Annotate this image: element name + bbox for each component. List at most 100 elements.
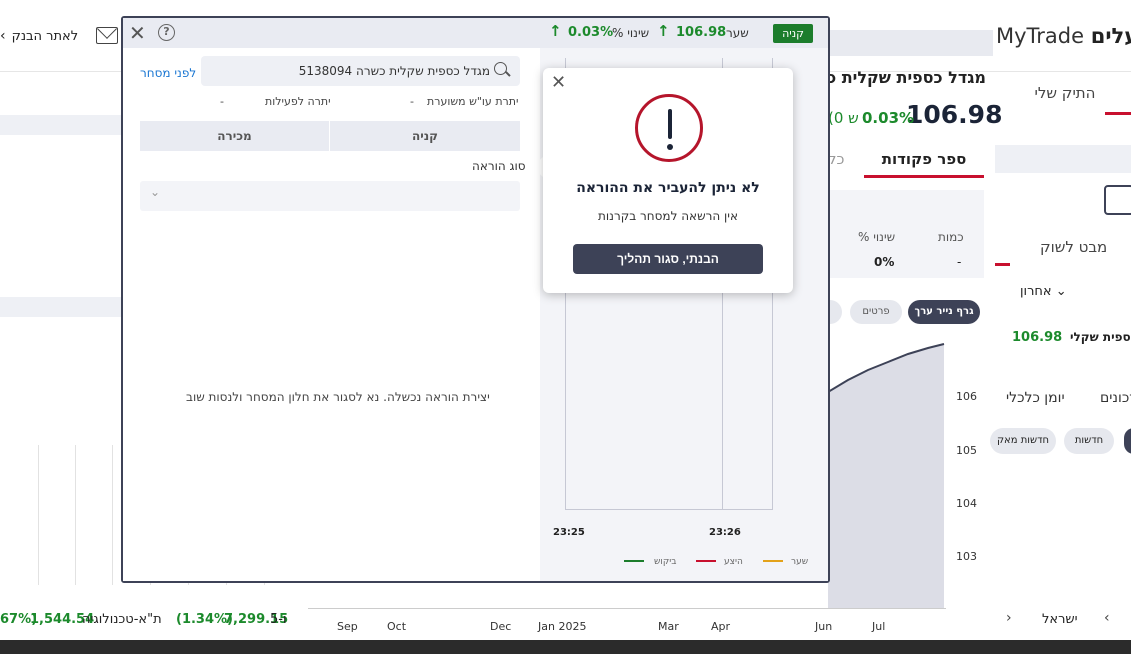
security-area-chart xyxy=(828,343,945,608)
ticker-name: ת"א-טכנולוגיה xyxy=(82,612,162,627)
chart-x-tick: Sep xyxy=(337,620,358,633)
tab-active-indicator xyxy=(1105,112,1131,115)
sell-button[interactable]: מכירה xyxy=(140,121,329,151)
tab-market-view[interactable]: מבט לשוק xyxy=(1040,238,1107,256)
pill-security-graph[interactable]: גרף נייר ערך xyxy=(908,300,980,324)
close-icon[interactable]: ✕ xyxy=(129,21,146,45)
sort-last-label: אחרון xyxy=(1020,284,1052,299)
estimated-balance-label: יתרת עו"ש משוערת xyxy=(427,95,519,108)
search-icon xyxy=(494,62,507,75)
chart-x-tick: Dec xyxy=(490,620,512,633)
table-header-quantity: כמות xyxy=(938,230,964,244)
grid-line xyxy=(112,445,113,585)
exclamation-bar xyxy=(668,109,672,139)
chart-y-tick: 106 xyxy=(956,390,977,403)
filter-icon[interactable] xyxy=(1104,185,1131,215)
change-value: 0.03% xyxy=(568,25,614,40)
watchlist-name[interactable]: כספית שקלי... xyxy=(1070,330,1131,344)
chart-x-tick: Jun xyxy=(815,620,833,633)
order-chart-time: 23:25 xyxy=(553,527,585,538)
watchlist-price: 106.98 xyxy=(1012,330,1063,345)
order-failed-message: יצירת הוראה נכשלה. נא לסגור את חלון המסח… xyxy=(186,390,490,404)
chevron-down-icon: ⌄ xyxy=(1055,284,1067,299)
chart-x-tick: Apr xyxy=(711,620,731,633)
legend-ask: היצע xyxy=(724,557,743,567)
brand-product: MyTrade xyxy=(996,24,1085,48)
exclamation-dot xyxy=(667,144,673,150)
arrow-up-icon: ↑ xyxy=(549,22,562,40)
chart-y-tick: 103 xyxy=(956,550,977,563)
chart-x-tick: Jan 2025 xyxy=(538,620,587,633)
buy-button[interactable]: קניה xyxy=(330,121,520,151)
legend-swatch-bid xyxy=(624,560,644,562)
brand-logo: MyTrade פועלים xyxy=(996,24,1131,48)
tab-my-portfolio[interactable]: התיק שלי xyxy=(1005,84,1125,114)
activity-balance-value: - xyxy=(220,95,224,108)
activity-balance-label: יתרה לפעילות xyxy=(265,95,331,108)
left-section-band xyxy=(0,115,125,135)
back-to-bank-label: לאתר הבנק xyxy=(11,29,79,44)
pill-active[interactable] xyxy=(1124,428,1131,454)
security-change-abs: (0 ש xyxy=(828,109,858,127)
rate-label: שער xyxy=(726,26,749,40)
chevron-right-icon[interactable]: › xyxy=(1006,610,1012,626)
news-from-pill[interactable]: חדשות מאק xyxy=(990,428,1056,454)
chart-x-axis xyxy=(308,608,946,609)
chevron-left-icon: ‹ xyxy=(0,28,6,44)
os-taskbar xyxy=(0,640,1131,654)
security-price: 106.98 xyxy=(906,100,1003,129)
table-cell-quantity: - xyxy=(957,255,962,269)
chart-x-tick: Oct xyxy=(387,620,407,633)
exclamation-icon xyxy=(635,94,703,162)
news-pill[interactable]: חדשות xyxy=(1064,428,1114,454)
buy-badge: קניה xyxy=(773,24,813,43)
help-icon[interactable]: ? xyxy=(158,24,175,41)
estimated-balance-value: - xyxy=(410,95,414,108)
order-chart-time: 23:26 xyxy=(709,527,741,538)
alert-message: אין הרשאה למסחר בקרנות xyxy=(598,209,738,223)
pill-hidden[interactable] xyxy=(828,300,842,324)
brand-bank: פועלים xyxy=(1090,24,1131,48)
section-band xyxy=(995,145,1131,173)
back-to-bank-link[interactable]: ‹ לאתר הבנק xyxy=(0,28,78,44)
legend-swatch-rate xyxy=(763,560,783,562)
arrow-up-icon: ↑ xyxy=(657,22,670,40)
legend-bid: ביקוש xyxy=(654,557,677,567)
tab-active-indicator xyxy=(995,263,1010,266)
pill-details[interactable]: פרטים xyxy=(850,300,902,324)
rate-value: 106.98 xyxy=(676,25,727,40)
tab-more[interactable]: כל xyxy=(828,150,848,168)
table-header-change: % שינוי xyxy=(858,230,896,244)
chevron-left-icon[interactable]: ‹ xyxy=(1104,610,1110,626)
region-label: ישראל xyxy=(1042,612,1078,627)
chart-x-tick: Jul xyxy=(872,620,886,633)
change-label: % שינוי xyxy=(612,26,650,40)
legend-swatch-ask xyxy=(696,560,716,562)
security-search-value: מגדל כספית שקלית כשרה 5138094 xyxy=(298,64,490,78)
close-process-button[interactable]: הבנתי, סגור תהליך xyxy=(573,244,763,274)
grid-line xyxy=(38,445,39,585)
tab-economic-calendar[interactable]: יומן כלכלי xyxy=(1006,390,1065,406)
table-cell-change: 0% xyxy=(874,255,895,269)
left-section-band xyxy=(0,297,125,317)
chart-area-fill xyxy=(828,344,944,608)
legend-rate: שער xyxy=(791,557,809,567)
mail-icon[interactable] xyxy=(96,27,118,44)
ticker-name: 5-ו xyxy=(270,612,287,627)
tab-order-book[interactable]: ספר פקודות xyxy=(864,150,984,178)
grid-line xyxy=(75,445,76,585)
security-change-pct: 0.03% xyxy=(862,109,915,127)
tab-partial[interactable]: רכונים xyxy=(1100,390,1131,406)
chart-x-tick: Mar xyxy=(658,620,679,633)
chart-y-tick: 105 xyxy=(956,444,977,457)
order-type-select[interactable] xyxy=(140,181,520,211)
app-root: ‹ לאתר הבנק MyTrade פועלים מגדל כספית שקל… xyxy=(0,0,1131,654)
sort-last-dropdown[interactable]: אחרון ⌄ xyxy=(1020,284,1067,299)
close-icon[interactable]: ✕ xyxy=(551,72,566,93)
order-type-label: סוג הוראה xyxy=(472,159,526,173)
chart-y-tick: 104 xyxy=(956,497,977,510)
chevron-down-icon: ⌄ xyxy=(150,185,161,199)
before-trade-link[interactable]: לפני מסחר xyxy=(140,66,196,80)
security-panel-header xyxy=(830,30,993,56)
security-title: מגדל כספית שקלית כשרה xyxy=(830,68,986,87)
